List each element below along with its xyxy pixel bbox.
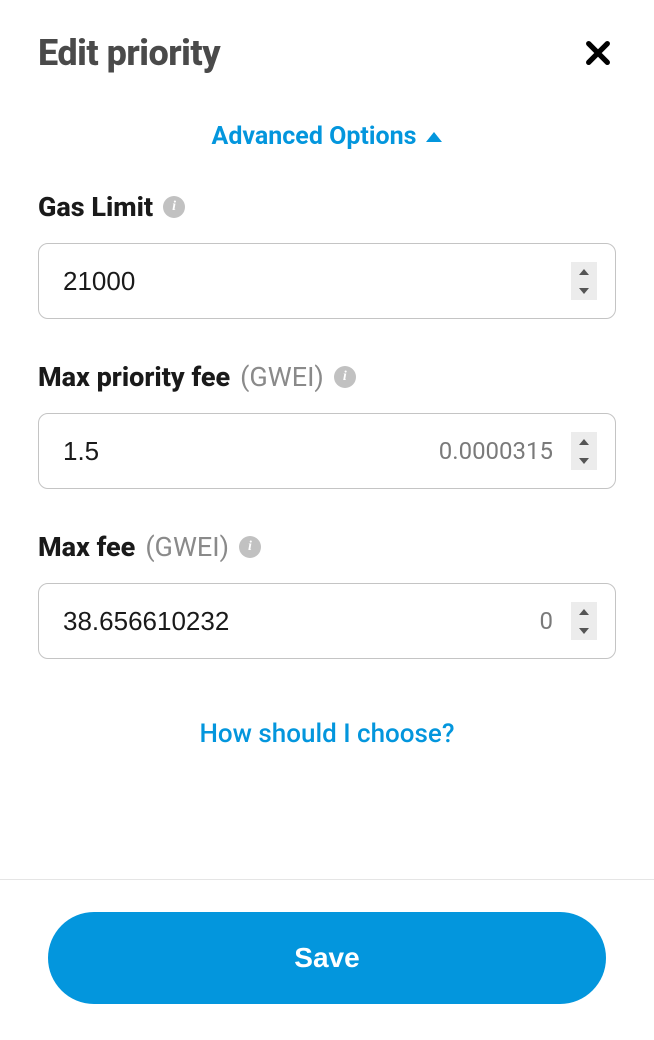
max-priority-fee-input[interactable] (63, 436, 439, 467)
edit-priority-modal: Edit priority Advanced Options Gas Limit… (0, 0, 654, 1040)
max-priority-fee-label-row: Max priority fee (GWEI) i (38, 361, 616, 393)
info-icon[interactable]: i (239, 536, 261, 558)
info-icon[interactable]: i (334, 366, 356, 388)
stepper-up-icon[interactable] (571, 602, 597, 621)
stepper-down-icon[interactable] (571, 621, 597, 640)
max-priority-fee-label: Max priority fee (38, 361, 230, 393)
max-priority-fee-stepper[interactable] (571, 432, 597, 470)
max-fee-stepper[interactable] (571, 602, 597, 640)
modal-title: Edit priority (38, 32, 220, 74)
stepper-down-icon[interactable] (571, 451, 597, 470)
stepper-down-icon[interactable] (571, 281, 597, 300)
max-fee-input[interactable] (63, 606, 540, 637)
max-fee-label-row: Max fee (GWEI) i (38, 531, 616, 563)
max-fee-field: Max fee (GWEI) i 0 (38, 531, 616, 659)
max-priority-fee-secondary: 0.0000315 (439, 437, 553, 465)
max-fee-label: Max fee (38, 531, 135, 563)
max-priority-fee-input-wrapper: 0.0000315 (38, 413, 616, 489)
max-fee-unit: (GWEI) (145, 531, 229, 563)
gas-limit-input[interactable] (63, 266, 571, 297)
advanced-options-text: Advanced Options (212, 122, 417, 151)
max-fee-input-wrapper: 0 (38, 583, 616, 659)
gas-limit-label: Gas Limit (38, 191, 153, 223)
max-fee-secondary: 0 (540, 607, 554, 635)
gas-limit-field: Gas Limit i (38, 191, 616, 319)
advanced-options-toggle[interactable]: Advanced Options (0, 94, 654, 191)
help-link-row: How should I choose? (38, 701, 616, 779)
form-content: Gas Limit i Max priority fee (GWEI) i 0.… (0, 191, 654, 879)
stepper-up-icon[interactable] (571, 262, 597, 281)
gas-limit-stepper[interactable] (571, 262, 597, 300)
advanced-options-label: Advanced Options (212, 122, 443, 151)
close-button[interactable] (580, 35, 616, 71)
gas-limit-input-wrapper (38, 243, 616, 319)
gas-limit-label-row: Gas Limit i (38, 191, 616, 223)
stepper-up-icon[interactable] (571, 432, 597, 451)
close-icon (584, 39, 612, 67)
info-icon[interactable]: i (163, 196, 185, 218)
max-priority-fee-unit: (GWEI) (240, 361, 324, 393)
max-priority-fee-field: Max priority fee (GWEI) i 0.0000315 (38, 361, 616, 489)
help-link[interactable]: How should I choose? (199, 719, 454, 749)
modal-header: Edit priority (0, 0, 654, 94)
modal-footer: Save (0, 879, 654, 1040)
save-button[interactable]: Save (48, 912, 606, 1004)
caret-up-icon (426, 132, 442, 142)
